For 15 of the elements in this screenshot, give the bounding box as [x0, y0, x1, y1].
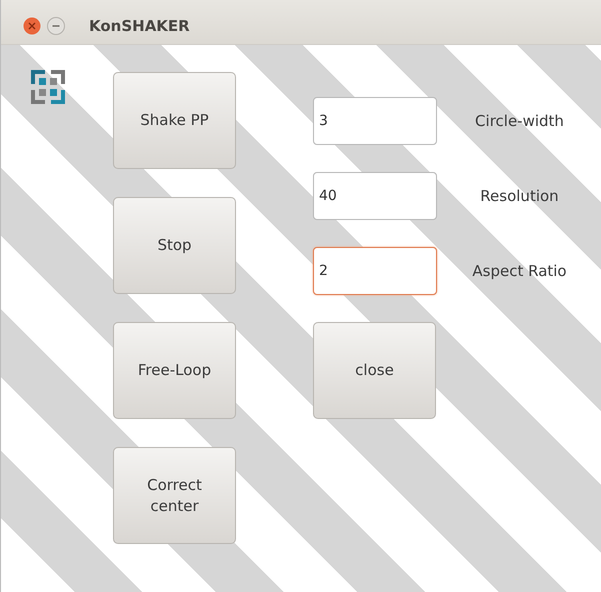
window-title: KonSHAKER — [89, 17, 190, 35]
action-button[interactable]: Free-Loop — [113, 322, 236, 419]
field-label: Resolution — [479, 187, 560, 205]
input-field[interactable]: 3 — [313, 97, 437, 145]
input-field[interactable]: 40 — [313, 172, 437, 220]
grid-logo-icon — [29, 68, 67, 106]
close-button[interactable]: close — [313, 322, 436, 419]
input-field[interactable]: 2 — [313, 247, 437, 295]
action-button[interactable]: Correct center — [113, 447, 236, 544]
field-label: Aspect Ratio — [471, 262, 568, 280]
field-label: Circle-width — [474, 112, 565, 130]
close-icon[interactable] — [23, 17, 41, 35]
action-button[interactable]: Stop — [113, 197, 236, 294]
action-button[interactable]: Shake PP — [113, 72, 236, 169]
minimize-icon[interactable] — [47, 17, 65, 35]
